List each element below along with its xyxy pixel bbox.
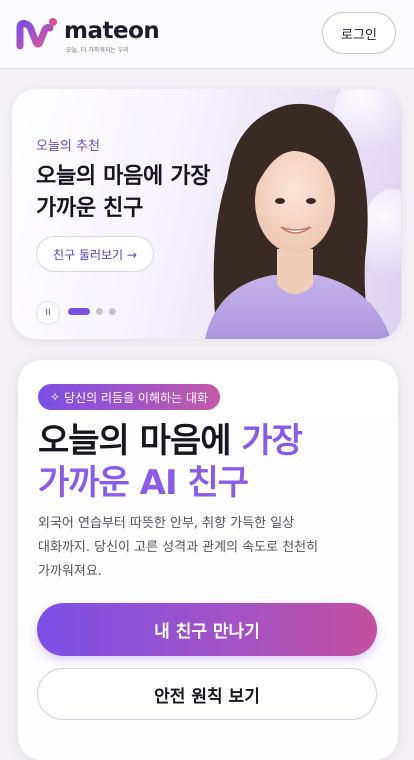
carousel-dot[interactable] xyxy=(109,308,116,315)
login-button[interactable]: 로그인 xyxy=(322,12,396,54)
main-title-text: 오늘의 마음에 xyxy=(38,421,242,461)
mateon-logo-icon[interactable] xyxy=(16,16,60,52)
description-line: 외국어 연습부터 따뜻한 안부, 취향 가득한 일상 xyxy=(38,516,295,531)
main-title: 오늘의 마음에 가장 가까운 AI 친구 xyxy=(38,420,303,504)
app-header: mateon 오늘, 더 가까워지는 우리 로그인 xyxy=(0,0,414,69)
hero-banner: 오늘의 추천 오늘의 마음에 가장 가까운 친구 친구 둘러보기 → II xyxy=(12,89,401,339)
brand-name[interactable]: mateon xyxy=(64,18,160,44)
intro-card: ✧ 당신의 리듬을 이해하는 대화 오늘의 마음에 가장 가까운 AI 친구 외… xyxy=(18,360,398,760)
hero-title-line: 오늘의 마음에 가장 xyxy=(36,164,211,189)
carousel-dot[interactable] xyxy=(68,308,90,315)
brand-tagline: 오늘, 더 가까워지는 우리 xyxy=(66,47,129,54)
hero-eyebrow: 오늘의 추천 xyxy=(36,139,100,154)
meet-friend-button[interactable]: 내 친구 만나기 xyxy=(37,603,377,656)
main-title-accent: 가장 xyxy=(241,421,303,461)
browse-friends-button[interactable]: 친구 둘러보기 → xyxy=(36,236,154,272)
main-title-accent: 가까운 AI 친구 xyxy=(38,463,249,503)
recommended-friend-photo xyxy=(205,103,391,339)
feature-badge-label: 당신의 리듬을 이해하는 대화 xyxy=(64,390,208,405)
hero-title-line: 가까운 친구 xyxy=(36,196,144,221)
feature-badge: ✧ 당신의 리듬을 이해하는 대화 xyxy=(38,384,220,410)
description-line: 가까워져요. xyxy=(38,564,102,579)
carousel-dot[interactable] xyxy=(96,308,103,315)
hero-title: 오늘의 마음에 가장 가까운 친구 xyxy=(36,161,211,225)
safety-principles-button[interactable]: 안전 원칙 보기 xyxy=(37,668,377,720)
carousel-pause-button[interactable]: II xyxy=(36,301,60,325)
description-line: 대화까지. 당신이 고른 성격과 관계의 속도로 천천히 xyxy=(38,540,319,555)
intro-description: 외국어 연습부터 따뜻한 안부, 취향 가득한 일상 대화까지. 당신이 고른 … xyxy=(38,512,378,584)
sparkle-icon: ✧ xyxy=(50,390,61,404)
